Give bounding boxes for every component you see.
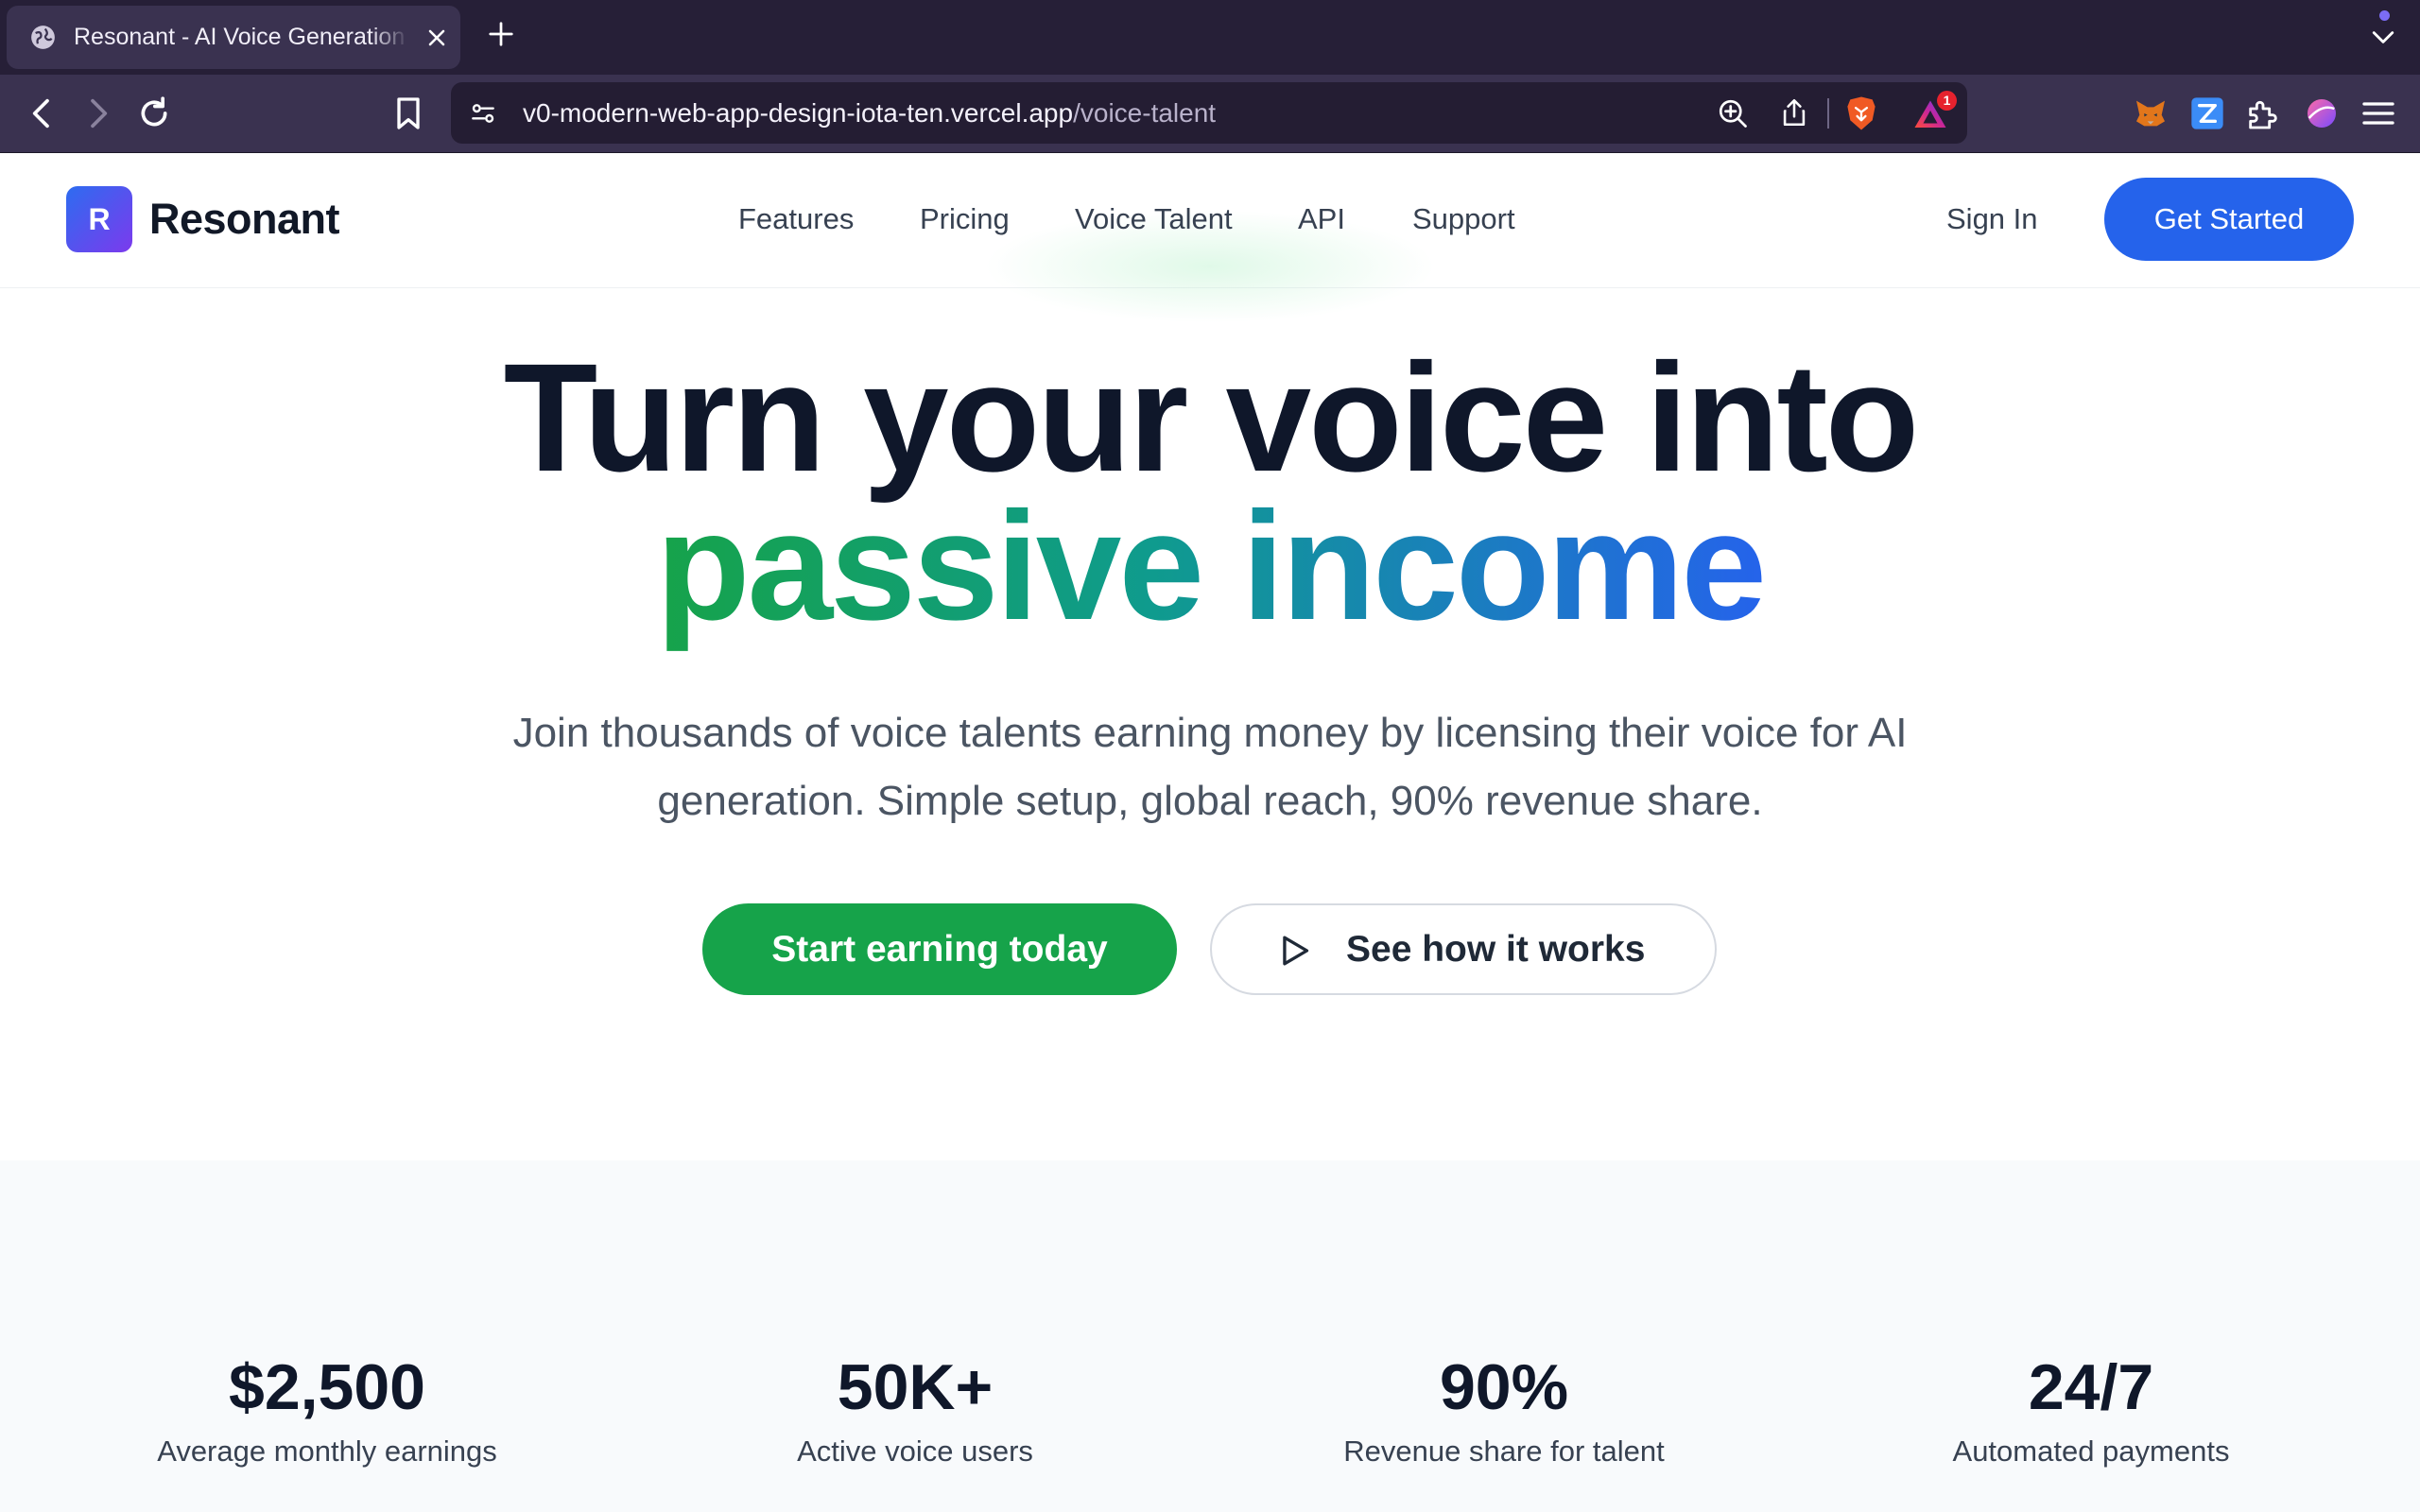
url-path: /voice-talent bbox=[1073, 98, 1217, 128]
stat-value: 24/7 bbox=[2028, 1351, 2154, 1423]
nav-link-features[interactable]: Features bbox=[738, 197, 854, 242]
metamask-fox-icon[interactable] bbox=[2132, 94, 2169, 132]
menu-hamburger-icon[interactable] bbox=[2360, 94, 2397, 132]
browser-tab-active[interactable]: Resonant - AI Voice Generation bbox=[7, 6, 460, 69]
site-header: R Resonant Features Pricing Voice Talent… bbox=[0, 153, 2420, 323]
stat-label: Automated payments bbox=[1952, 1435, 2230, 1468]
get-started-button[interactable]: Get Started bbox=[2104, 178, 2354, 261]
nav-link-api[interactable]: API bbox=[1298, 197, 1345, 242]
close-icon[interactable] bbox=[425, 26, 448, 49]
profile-avatar-icon[interactable] bbox=[2303, 94, 2341, 132]
new-tab-plus-icon[interactable] bbox=[487, 20, 515, 48]
stat-label: Active voice users bbox=[797, 1435, 1033, 1468]
play-icon bbox=[1283, 936, 1309, 966]
globe-icon bbox=[31, 26, 55, 49]
url-host: v0-modern-web-app-design-iota-ten.vercel… bbox=[523, 98, 1074, 128]
chevron-down-icon[interactable] bbox=[2371, 26, 2395, 47]
browser-tab-strip: Resonant - AI Voice Generation bbox=[0, 0, 2420, 75]
brand-name[interactable]: Resonant bbox=[149, 186, 340, 252]
nav-link-voice-talent[interactable]: Voice Talent bbox=[1075, 197, 1233, 242]
tab-title: Resonant - AI Voice Generation bbox=[74, 24, 406, 50]
nav-link-pricing[interactable]: Pricing bbox=[920, 197, 1010, 242]
forward-arrow-icon[interactable] bbox=[78, 94, 116, 132]
url-text[interactable]: v0-modern-web-app-design-iota-ten.vercel… bbox=[523, 82, 1216, 144]
hero-heading-highlight: passive income bbox=[0, 472, 2420, 710]
see-how-it-works-label: See how it works bbox=[1346, 929, 1646, 970]
stats-section: $2,500 Average monthly earnings 50K+ Act… bbox=[0, 1160, 2420, 1512]
nav-link-support[interactable]: Support bbox=[1412, 197, 1515, 242]
site-settings-icon[interactable] bbox=[468, 98, 498, 129]
stat-value: 90% bbox=[1439, 1351, 1569, 1423]
stat-label: Average monthly earnings bbox=[157, 1435, 497, 1468]
back-arrow-icon[interactable] bbox=[24, 94, 61, 132]
web-page: R Resonant Features Pricing Voice Talent… bbox=[0, 153, 2420, 1512]
extensions-puzzle-icon[interactable] bbox=[2244, 94, 2282, 132]
browser-toolbar: v0-modern-web-app-design-iota-ten.vercel… bbox=[0, 75, 2420, 153]
hero-gradient-text: passive income bbox=[656, 472, 1767, 661]
stat-label: Revenue share for talent bbox=[1343, 1435, 1665, 1468]
notification-dot bbox=[2379, 10, 2390, 21]
see-how-it-works-button[interactable]: See how it works bbox=[1210, 903, 1717, 995]
address-bar[interactable]: v0-modern-web-app-design-iota-ten.vercel… bbox=[451, 82, 1967, 144]
logo-icon[interactable]: R bbox=[66, 186, 132, 252]
translate-extension-icon[interactable] bbox=[2188, 94, 2226, 132]
zoom-icon[interactable] bbox=[1716, 96, 1750, 130]
stat-value: $2,500 bbox=[229, 1351, 425, 1423]
start-earning-button[interactable]: Start earning today bbox=[702, 903, 1177, 995]
share-icon[interactable] bbox=[1778, 96, 1810, 129]
url-separator bbox=[1827, 98, 1829, 129]
brave-shields-icon[interactable] bbox=[1844, 95, 1878, 131]
hero-subtitle: Join thousands of voice talents earning … bbox=[512, 710, 1908, 824]
rewards-count-badge: 1 bbox=[1937, 91, 1957, 111]
sign-in-link[interactable]: Sign In bbox=[1946, 197, 2038, 242]
stat-value: 50K+ bbox=[837, 1351, 994, 1423]
bookmark-icon[interactable] bbox=[389, 94, 427, 132]
reload-icon[interactable] bbox=[135, 94, 173, 132]
